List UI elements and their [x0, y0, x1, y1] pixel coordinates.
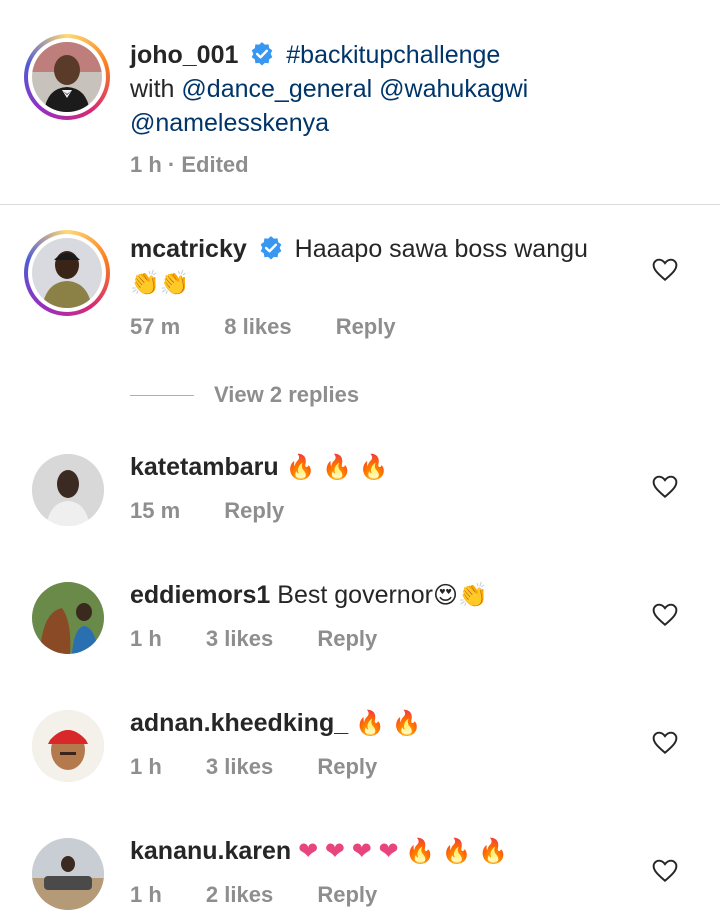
- replies-line: [130, 394, 194, 396]
- commenter-avatar[interactable]: [32, 582, 104, 654]
- reply-button[interactable]: Reply: [336, 314, 396, 340]
- caption-word-with: with: [130, 75, 175, 103]
- commenter-avatar[interactable]: [24, 230, 110, 316]
- fire-emoji: 🔥 🔥 🔥: [285, 454, 389, 481]
- post-author-avatar[interactable]: [24, 34, 110, 120]
- commenter-username[interactable]: katetambaru: [130, 453, 279, 481]
- verified-badge-icon: [252, 42, 273, 66]
- comment-time: 1 h: [130, 754, 162, 779]
- post-edited-label: · Edited: [167, 152, 249, 177]
- post-author-username[interactable]: joho_001: [130, 41, 238, 69]
- reply-button[interactable]: Reply: [224, 498, 284, 524]
- mention-wahukagwi[interactable]: @wahukagwi: [379, 75, 528, 103]
- reply-button[interactable]: Reply: [317, 882, 377, 908]
- comment-text: Haaapo sawa boss wangu: [294, 235, 588, 263]
- comment-text: Best governor: [277, 581, 433, 609]
- commenter-username[interactable]: eddiemors1: [130, 581, 270, 609]
- comment-likes[interactable]: 3 likes: [206, 626, 273, 652]
- comment-likes[interactable]: 3 likes: [206, 754, 273, 780]
- clap-emoji: 👏👏: [130, 270, 190, 297]
- fire-emoji: 🔥 🔥: [355, 710, 422, 737]
- verified-badge-icon: [260, 236, 281, 260]
- caption-divider: [0, 204, 720, 205]
- comment-time: 1 h: [130, 626, 162, 651]
- heart-eyes-clap-emoji: 😍👏: [432, 582, 488, 609]
- like-heart-icon[interactable]: [652, 475, 678, 499]
- hashtag-link[interactable]: #backitupchallenge: [286, 41, 500, 69]
- comment-likes[interactable]: 2 likes: [206, 882, 273, 908]
- like-heart-icon[interactable]: [652, 731, 678, 755]
- view-replies-button[interactable]: View 2 replies: [130, 382, 359, 408]
- like-heart-icon[interactable]: [652, 603, 678, 627]
- post-caption: joho_001 #backitupchallenge with @dance_…: [0, 0, 720, 204]
- mention-namelesskenya[interactable]: @namelesskenya: [130, 109, 329, 137]
- commenter-avatar[interactable]: [32, 838, 104, 910]
- like-heart-icon[interactable]: [652, 258, 678, 282]
- like-heart-icon[interactable]: [652, 859, 678, 883]
- reply-button[interactable]: Reply: [317, 754, 377, 780]
- commenter-username[interactable]: adnan.kheedking_: [130, 709, 348, 737]
- comment-likes[interactable]: 8 likes: [224, 314, 291, 340]
- mention-dance-general[interactable]: @dance_general: [181, 75, 372, 103]
- post-time: 1 h: [130, 152, 162, 177]
- comment-time: 1 h: [130, 882, 162, 907]
- hearts-fire-emoji: ❤ ❤ ❤ ❤ 🔥 🔥 🔥: [298, 838, 509, 865]
- commenter-avatar[interactable]: [32, 454, 104, 526]
- commenter-username[interactable]: mcatricky: [130, 235, 247, 263]
- commenter-avatar[interactable]: [32, 710, 104, 782]
- comment-time: 15 m: [130, 498, 181, 523]
- comment-time: 57 m: [130, 314, 181, 339]
- commenter-username[interactable]: kananu.karen: [130, 837, 291, 865]
- view-replies-label: View 2 replies: [214, 382, 360, 407]
- reply-button[interactable]: Reply: [317, 626, 377, 652]
